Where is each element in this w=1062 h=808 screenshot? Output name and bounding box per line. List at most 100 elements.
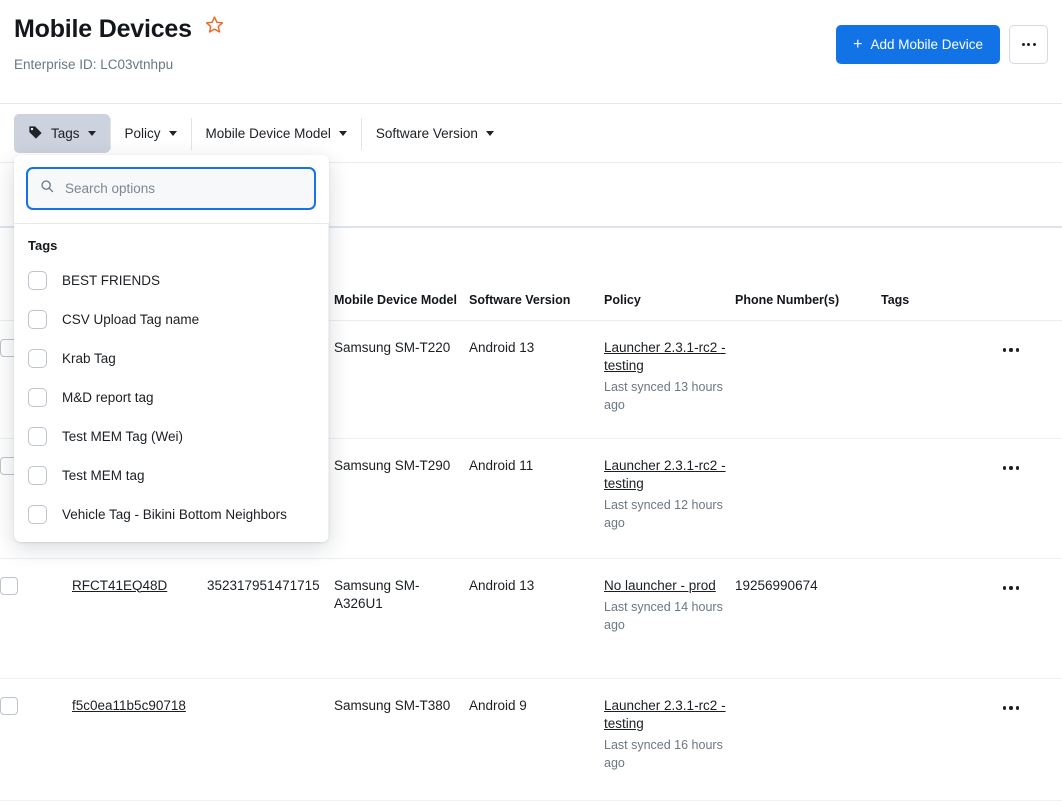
tag-option-checkbox[interactable] [28,466,47,485]
tags-group-label: Tags [28,238,58,253]
tag-option-csv-upload-tag-name[interactable]: CSV Upload Tag name [14,300,329,339]
row-select-cell [0,678,72,801]
filter-mobile-device-model-label: Mobile Device Model [205,126,331,141]
filter-software-version-button[interactable]: Software Version [362,114,508,153]
policy-link[interactable]: Launcher 2.3.1-rc2 - testing [604,458,726,491]
tag-option-test-mem-tag-wei[interactable]: Test MEM Tag (Wei) [14,417,329,456]
mobile-devices-page: Mobile Devices Enterprise ID: LC03vtnhpu… [0,0,1062,808]
row-menu-cell [1001,320,1062,439]
row-software-cell: Android 13 [469,558,604,679]
row-model-cell: Samsung SM-T220 [334,320,469,439]
filter-software-version-label: Software Version [375,126,478,141]
tags-filter-dropdown: Tags BEST FRIENDS CSV Upload Tag name Kr… [14,155,329,542]
row-overflow-menu-icon[interactable] [1001,704,1021,711]
page-header: Mobile Devices Enterprise ID: LC03vtnhpu… [0,0,1062,104]
serial-link[interactable]: RFCT41EQ48D [72,578,167,593]
title-block: Mobile Devices [14,14,224,44]
tag-option-krab-tag[interactable]: Krab Tag [14,339,329,378]
chevron-down-icon [338,131,347,136]
row-tags-cell [881,678,1001,801]
row-tags-cell [881,320,1001,439]
row-software-cell: Android 11 [469,438,604,559]
row-menu-cell [1001,678,1062,801]
filter-policy-button[interactable]: Policy [111,114,191,153]
add-mobile-device-label: Add Mobile Device [870,37,983,52]
table-row: RFCT41EQ48D 352317951471715 Samsung SM-A… [0,558,1062,679]
tag-option-checkbox[interactable] [28,310,47,329]
chevron-down-icon [87,131,96,136]
tag-option-checkbox[interactable] [28,271,47,290]
row-phone-cell: 19256990674 [735,558,881,679]
row-software-cell: Android 13 [469,320,604,439]
row-overflow-menu-icon[interactable] [1001,584,1021,591]
row-overflow-menu-icon[interactable] [1001,346,1021,353]
tag-option-checkbox[interactable] [28,505,47,524]
row-tags-cell [881,558,1001,679]
filter-tags-label: Tags [51,126,80,141]
plus-icon: + [853,35,863,53]
chevron-down-icon [485,131,494,136]
column-header-tags[interactable]: Tags [881,228,1001,321]
page-overflow-menu-button[interactable] [1009,25,1048,64]
page-title: Mobile Devices [14,15,192,43]
tag-option-label: CSV Upload Tag name [62,312,200,327]
row-model-cell: Samsung SM-T380 [334,678,469,801]
column-header-mobile-device-model[interactable]: Mobile Device Model [334,228,469,321]
tag-option-label: Vehicle Tag - Bikini Bottom Neighbors [62,507,287,522]
tag-option-label: Test MEM Tag (Wei) [62,429,184,444]
row-select-cell [0,558,72,679]
column-header-phone-numbers[interactable]: Phone Number(s) [735,228,881,321]
row-checkbox[interactable] [0,576,18,595]
filter-mobile-device-model-button[interactable]: Mobile Device Model [192,114,361,153]
tag-option-checkbox[interactable] [28,349,47,368]
row-overflow-menu-icon[interactable] [1001,464,1021,471]
row-checkbox[interactable] [0,696,18,715]
column-header-policy[interactable]: Policy [604,228,735,321]
row-imei-cell [207,678,334,801]
tag-option-test-mem-tag[interactable]: Test MEM tag [14,456,329,495]
search-icon [40,179,54,198]
row-tags-cell [881,438,1001,559]
tag-option-checkbox[interactable] [28,388,47,407]
enterprise-id: Enterprise ID: LC03vtnhpu [14,57,174,72]
tag-option-label: Krab Tag [62,351,116,366]
row-model-cell: Samsung SM-T290 [334,438,469,559]
row-phone-cell [735,320,881,439]
row-phone-cell [735,438,881,559]
last-synced-text: Last synced 12 hours ago [604,497,723,530]
search-options-field[interactable] [26,167,316,210]
tag-option-checkbox[interactable] [28,427,47,446]
row-phone-cell [735,678,881,801]
tag-option-label: M&D report tag [62,390,154,405]
row-serial-cell: RFCT41EQ48D [72,558,207,679]
row-policy-cell: Launcher 2.3.1-rc2 - testing Last synced… [604,438,735,559]
tag-icon [28,125,43,143]
row-menu-cell [1001,558,1062,679]
row-policy-cell: Launcher 2.3.1-rc2 - testing Last synced… [604,678,735,801]
tag-option-best-friends[interactable]: BEST FRIENDS [14,261,329,300]
search-options-input[interactable] [63,180,302,197]
header-actions: + Add Mobile Device [836,25,1048,64]
policy-link[interactable]: Launcher 2.3.1-rc2 - testing [604,698,726,731]
policy-link[interactable]: No launcher - prod [604,578,716,593]
policy-link[interactable]: Launcher 2.3.1-rc2 - testing [604,340,726,373]
serial-link[interactable]: f5c0ea11b5c90718 [72,698,186,713]
last-synced-text: Last synced 14 hours ago [604,599,723,632]
tags-option-list: Tags BEST FRIENDS CSV Upload Tag name Kr… [14,224,329,542]
last-synced-text: Last synced 13 hours ago [604,379,723,412]
table-row: f5c0ea11b5c90718 Samsung SM-T380 Android… [0,678,1062,801]
row-menu-cell [1001,438,1062,559]
row-policy-cell: No launcher - prod Last synced 14 hours … [604,558,735,679]
tag-option-vehicle-tag-bikini-bottom-neighbors[interactable]: Vehicle Tag - Bikini Bottom Neighbors [14,495,329,534]
column-header-menu [1001,228,1062,321]
filter-tags-button[interactable]: Tags [14,114,110,153]
star-icon[interactable] [205,15,224,39]
tag-option-label: BEST FRIENDS [62,273,161,288]
row-software-cell: Android 9 [469,678,604,801]
filter-policy-label: Policy [124,126,161,141]
tag-option-label: Test MEM tag [62,468,145,483]
tag-option-md-report-tag[interactable]: M&D report tag [14,378,329,417]
column-header-software-version[interactable]: Software Version [469,228,604,321]
row-policy-cell: Launcher 2.3.1-rc2 - testing Last synced… [604,320,735,439]
add-mobile-device-button[interactable]: + Add Mobile Device [836,25,1000,64]
